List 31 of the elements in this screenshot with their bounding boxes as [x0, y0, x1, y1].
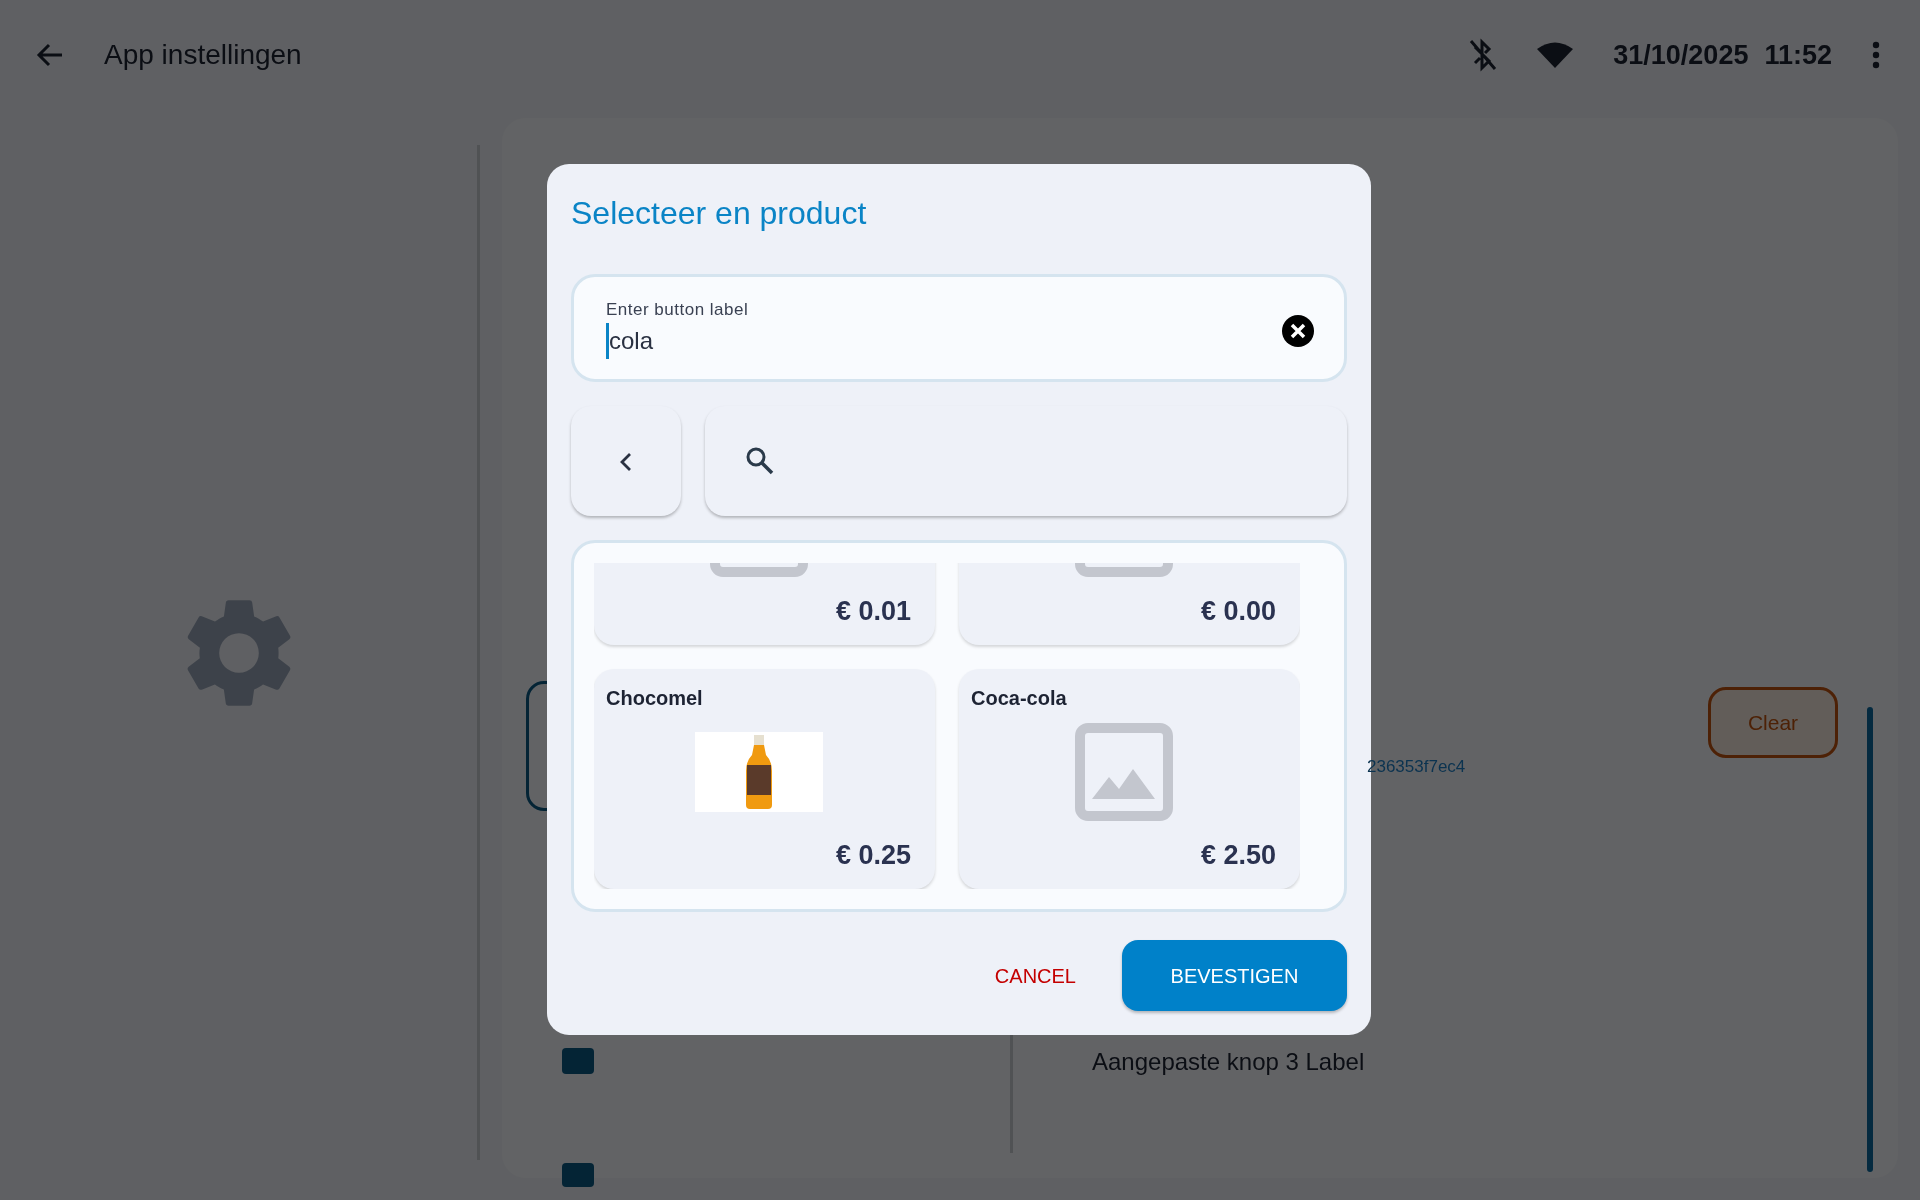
- product-name: Chocomel: [606, 686, 704, 710]
- product-card[interactable]: Coca-cola € 2.50: [959, 669, 1300, 890]
- more-options-icon[interactable]: [1872, 41, 1880, 69]
- custom-button-label: Aangepaste knop 3 Label: [1092, 1047, 1365, 1077]
- product-card[interactable]: € 0.00: [959, 563, 1300, 646]
- time-text: 11:52: [1764, 38, 1832, 72]
- confirm-button[interactable]: BEVESTIGEN: [1122, 940, 1347, 1011]
- product-price: € 0.00: [1199, 594, 1276, 628]
- product-card[interactable]: Chocomel € 0.25: [594, 669, 935, 890]
- date-text: 31/10/2025: [1613, 38, 1749, 72]
- button-label-input[interactable]: cola: [606, 322, 1242, 359]
- product-price: € 0.25: [834, 838, 911, 872]
- image-placeholder-icon: [1074, 723, 1173, 822]
- dialog-title: Selecteer en product: [571, 194, 868, 233]
- page-title: App instellingen: [104, 38, 302, 72]
- search-icon: [745, 446, 775, 477]
- scrollbar[interactable]: [1867, 707, 1873, 1172]
- wifi-icon: [1537, 42, 1574, 68]
- product-price: € 0.01: [834, 594, 911, 628]
- product-name: Coca-cola: [971, 686, 1068, 710]
- printer-icon: [562, 1163, 594, 1187]
- text-field[interactable]: Enter button label cola: [571, 274, 1347, 383]
- cancel-button[interactable]: CANCEL: [988, 959, 1082, 992]
- product-card[interactable]: € 0.01: [594, 563, 935, 646]
- product-price: € 2.50: [1199, 838, 1276, 872]
- clear-input-icon[interactable]: [1282, 315, 1314, 348]
- bluetooth-disabled-icon: [1467, 37, 1498, 73]
- back-arrow-icon[interactable]: [36, 43, 64, 67]
- search-field[interactable]: [705, 406, 1347, 517]
- terminal-icon: [562, 1048, 594, 1074]
- field-label: Enter button label: [606, 299, 750, 322]
